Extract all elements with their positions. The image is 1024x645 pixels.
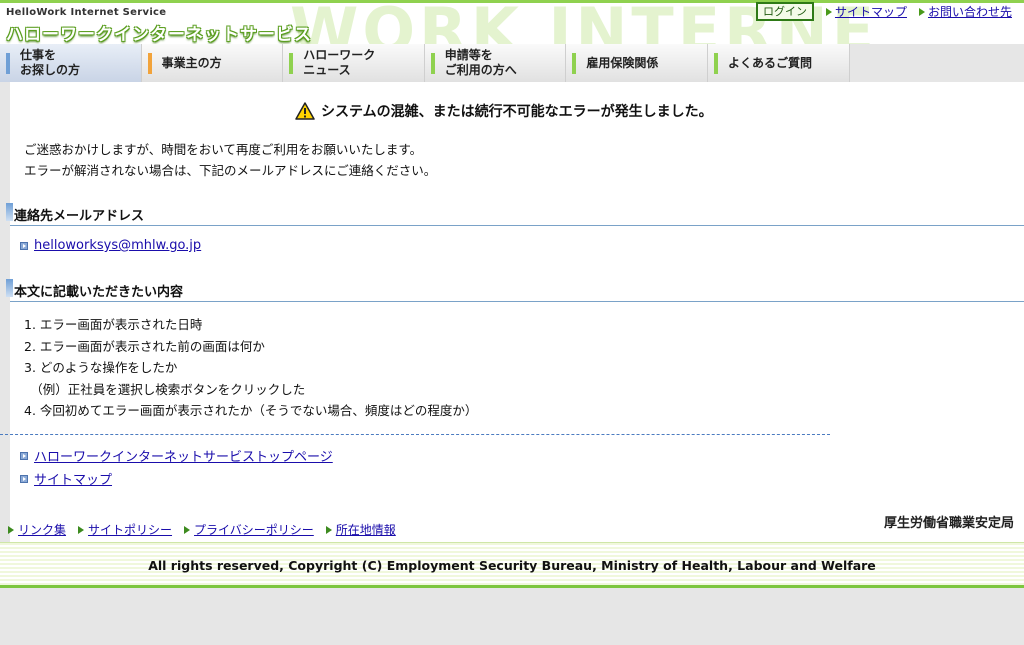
arrow-icon [8, 525, 14, 534]
arrow-icon [78, 525, 85, 534]
arrow-icon [918, 7, 925, 16]
footer-link-text[interactable]: 所在地情報 [336, 521, 396, 538]
section-contact-email: 連絡先メールアドレス [6, 203, 1024, 226]
nav-label: ハローワーク [303, 48, 376, 62]
footer-link-links[interactable]: リンク集 [8, 521, 66, 538]
divider [0, 434, 830, 435]
login-button[interactable]: ログイン [755, 2, 814, 21]
square-arrow-icon [20, 474, 28, 483]
list-item: （例）正社員を選択し検索ボタンをクリックした [24, 381, 306, 397]
list-item: 2. エラー画面が表示された前の画面は何か [24, 338, 265, 354]
error-heading: システムの混雑、または続行不可能なエラーが発生しました。 [295, 101, 713, 121]
section-marker [6, 279, 13, 297]
main-content: システムの混雑、または続行不可能なエラーが発生しました。 ご迷惑おかけしますが、… [0, 82, 1024, 542]
sitemap-link[interactable]: サイトマップ [34, 469, 112, 488]
header-links: ログイン サイトマップ お問い合わせ先 [755, 2, 1012, 21]
contact-header-link-text[interactable]: お問い合わせ先 [928, 3, 1012, 20]
footer-links: リンク集 サイトポリシー プライバシーポリシー 所在地情報 [8, 521, 396, 538]
copyright-bar: All rights reserved, Copyright (C) Emplo… [0, 542, 1024, 588]
arrow-icon [325, 525, 332, 534]
nav-label: よくあるご質問 [727, 55, 812, 70]
nav-item-faq[interactable]: よくあるご質問 [708, 44, 850, 82]
nav-marker [6, 53, 10, 74]
nav-label: ニュース [303, 63, 351, 77]
top-page-link-row: ハローワークインターネットサービストップページ [20, 446, 333, 465]
nav-label: 事業主の方 [161, 55, 222, 70]
nav-marker [713, 53, 718, 74]
footer-link-privacy-policy[interactable]: プライバシーポリシー [184, 521, 314, 538]
list-item: 3. どのような操作をしたか [24, 360, 178, 375]
error-message-line: エラーが解消されない場合は、下記のメールアドレスにご連絡ください。 [24, 163, 437, 178]
footer-link-location[interactable]: 所在地情報 [325, 521, 396, 538]
arrow-icon [184, 525, 191, 534]
section-inquiry-content: 本文に記載いただきたい内容 [6, 279, 1024, 302]
footer-link-text[interactable]: サイトポリシー [88, 521, 172, 538]
nav-marker [572, 53, 577, 74]
logo-subtitle: HelloWork Internet Service [6, 7, 167, 18]
nav-label: 雇用保険関係 [586, 55, 659, 70]
error-message: ご迷惑おかけしますが、時間をおいて再度ご利用をお願いいたします。 エラーが解消さ… [24, 139, 436, 181]
error-message-line: ご迷惑おかけしますが、時間をおいて再度ご利用をお願いいたします。 [24, 142, 423, 157]
sitemap-link-row: サイトマップ [20, 469, 112, 488]
nav-item-employers[interactable]: 事業主の方 [142, 44, 284, 82]
nav-item-news[interactable]: ハローワーク ニュース [283, 44, 425, 82]
nav-item-employment-insurance[interactable]: 雇用保険関係 [566, 44, 708, 82]
nav-item-job-seekers[interactable]: 仕事を お探しの方 [0, 44, 142, 82]
section-marker [6, 203, 13, 221]
site-header: WORK INTERNE HelloWork Internet Service … [0, 0, 1024, 44]
nav-marker [430, 53, 435, 74]
nav-label: 申請等を [444, 48, 493, 62]
nav-label: 仕事を [20, 48, 57, 62]
nav-label: ご利用の方へ [444, 63, 517, 77]
nav-marker [147, 53, 152, 74]
email-link-row: helloworksys@mhlw.go.jp [20, 238, 201, 253]
error-title-text: システムの混雑、または続行不可能なエラーが発生しました。 [321, 104, 713, 120]
warning-icon [295, 102, 315, 120]
list-item: 1. エラー画面が表示された日時 [24, 317, 203, 332]
sitemap-header-link-text[interactable]: サイトマップ [835, 3, 907, 20]
footer-link-text[interactable]: リンク集 [18, 521, 66, 538]
global-nav: 仕事を お探しの方 事業主の方 ハローワーク ニュース 申請等を ご利用の方へ 雇用保… [0, 44, 850, 82]
site-logo[interactable]: ハローワークインターネットサービス [6, 20, 312, 44]
email-link[interactable]: helloworksys@mhlw.go.jp [34, 238, 201, 253]
square-arrow-icon [20, 241, 28, 250]
top-page-link[interactable]: ハローワークインターネットサービストップページ [34, 446, 333, 465]
contact-header-link[interactable]: お問い合わせ先 [918, 3, 1012, 20]
nav-label: お探しの方 [20, 63, 81, 77]
arrow-icon [825, 7, 832, 16]
footer-link-text[interactable]: プライバシーポリシー [194, 521, 314, 538]
inquiry-list: 1. エラー画面が表示された日時 2. エラー画面が表示された前の画面は何か 3… [24, 314, 477, 422]
ministry-name: 厚生労働省職業安定局 [883, 516, 1014, 531]
section-title: 連絡先メールアドレス [14, 209, 145, 224]
section-title: 本文に記載いただきたい内容 [14, 285, 184, 300]
square-arrow-icon [20, 451, 28, 460]
list-item: 4. 今回初めてエラー画面が表示されたか（そうでない場合、頻度はどの程度か） [24, 403, 478, 418]
footer-link-site-policy[interactable]: サイトポリシー [78, 521, 172, 538]
copyright-text: All rights reserved, Copyright (C) Emplo… [148, 558, 876, 573]
nav-item-applications[interactable]: 申請等を ご利用の方へ [425, 44, 567, 82]
nav-marker [289, 53, 294, 74]
sitemap-header-link[interactable]: サイトマップ [825, 3, 907, 20]
